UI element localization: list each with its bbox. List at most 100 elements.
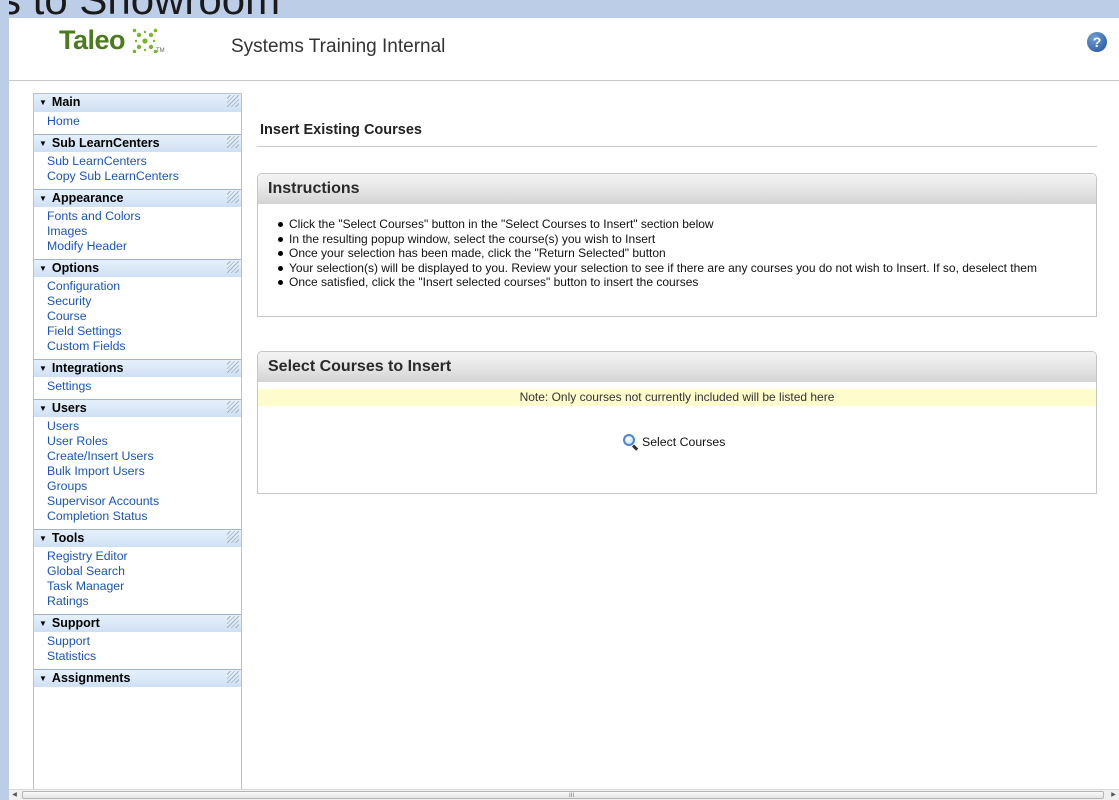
instruction-item: Once your selection has been made, click… [278,246,1084,261]
collapse-triangle-icon: ▼ [39,364,47,373]
sidebar-item-groups[interactable]: Groups [47,479,241,494]
collapse-triangle-icon: ▼ [39,194,47,203]
scrollbar-thumb[interactable]: III [22,791,1104,799]
sidebar-section-body: Support Statistics [34,632,241,669]
instruction-item: Click the "Select Courses" button in the… [278,217,1084,232]
app-title: Systems Training Internal [231,36,446,57]
sidebar-section-body: Registry Editor Global Search Task Manager… [34,547,241,614]
sidebar-item-users[interactable]: Users [47,419,241,434]
select-courses-panel-title: Select Courses to Insert [258,352,1096,382]
sidebar-item-task-manager[interactable]: Task Manager [47,579,241,594]
logo-trademark: TM [156,48,165,54]
header: Taleo TM Systems Training Internal ? [9,18,1119,81]
collapse-triangle-icon: ▼ [39,619,47,628]
sidebar-item-images[interactable]: Images [47,224,241,239]
sidebar-item-custom-fields[interactable]: Custom Fields [47,339,241,354]
drag-handle-icon[interactable] [227,401,239,413]
magnifier-icon [623,434,639,451]
instructions-list: Click the "Select Courses" button in the… [258,204,1096,290]
sidebar-section-options[interactable]: ▼ Options [34,259,241,277]
scroll-left-arrow-icon[interactable]: ◀ [9,791,20,800]
collapse-triangle-icon: ▼ [39,534,47,543]
sidebar-item-support[interactable]: Support [47,634,241,649]
help-circle-icon[interactable]: ? [1087,32,1107,52]
sidebar-section-label: Main [51,95,81,109]
sidebar-item-ratings[interactable]: Ratings [47,594,241,609]
sidebar-section-label: Integrations [51,361,124,375]
collapse-triangle-icon: ▼ [39,264,47,273]
drag-handle-icon[interactable] [227,261,239,273]
sidebar-item-registry-editor[interactable]: Registry Editor [47,549,241,564]
collapse-triangle-icon: ▼ [39,404,47,413]
sidebar-section-support[interactable]: ▼ Support [34,614,241,632]
sidebar-item-modify-header[interactable]: Modify Header [47,239,241,254]
app-window: Taleo TM Systems Training Internal ? ▼ Ma… [9,18,1119,789]
sidebar-section-tools[interactable]: ▼ Tools [34,529,241,547]
scroll-right-arrow-icon[interactable]: ▶ [1108,791,1119,800]
scrollbar-grip: III [569,793,575,799]
drag-handle-icon[interactable] [227,531,239,543]
sidebar-section-label: Sub LearnCenters [51,136,160,150]
select-courses-panel: Select Courses to Insert Note: Only cour… [257,351,1097,494]
page-title: Insert Existing Courses [260,122,422,138]
select-courses-label: Select Courses [642,435,726,449]
collapse-triangle-icon: ▼ [39,98,47,107]
background-slide-title: s to Showroom [0,0,280,18]
background-slide: s to Showroom [0,0,1119,18]
instruction-item: Once satisfied, click the "Insert select… [278,275,1084,290]
collapse-triangle-icon: ▼ [39,139,47,148]
sidebar-item-sub-learncenters[interactable]: Sub LearnCenters [47,154,241,169]
sidebar-section-sub-learncenters[interactable]: ▼ Sub LearnCenters [34,134,241,152]
drag-handle-icon[interactable] [227,136,239,148]
sidebar-section-body: Users User Roles Create/Insert Users Bulk I… [34,417,241,529]
sidebar-item-user-roles[interactable]: User Roles [47,434,241,449]
taleo-logo[interactable]: Taleo TM [59,25,165,56]
instructions-panel: Instructions Click the "Select Courses" … [257,173,1097,317]
sidebar-item-settings[interactable]: Settings [47,379,241,394]
instruction-item: Your selection(s) will be displayed to y… [278,261,1084,276]
drag-handle-icon[interactable] [227,671,239,683]
sidebar-item-create-insert-users[interactable]: Create/Insert Users [47,449,241,464]
select-courses-button[interactable]: Select Courses [623,434,726,451]
sidebar-section-body: Fonts and Colors Images Modify Header [34,207,241,259]
sidebar-section-body: Home [34,112,241,134]
instructions-panel-title: Instructions [258,174,1096,204]
sidebar-item-home[interactable]: Home [47,114,241,129]
sidebar-section-appearance[interactable]: ▼ Appearance [34,189,241,207]
sidebar-section-label: Support [51,616,100,630]
sidebar-section-label: Assignments [51,671,131,685]
sidebar-item-course[interactable]: Course [47,309,241,324]
sidebar-item-supervisor-accounts[interactable]: Supervisor Accounts [47,494,241,509]
drag-handle-icon[interactable] [227,616,239,628]
sidebar-item-statistics[interactable]: Statistics [47,649,241,664]
sidebar-section-body: Settings [34,377,241,399]
sidebar-nav: ▼ Main Home ▼ Sub LearnCenters Sub LearnCente… [33,93,242,789]
horizontal-scrollbar[interactable]: ◀ III ▶ [9,789,1119,800]
sidebar-section-assignments[interactable]: ▼ Assignments [34,669,241,687]
sidebar-section-users[interactable]: ▼ Users [34,399,241,417]
background-left-border [0,0,9,800]
title-divider [257,146,1097,147]
drag-handle-icon[interactable] [227,191,239,203]
sidebar-item-configuration[interactable]: Configuration [47,279,241,294]
sidebar-item-bulk-import-users[interactable]: Bulk Import Users [47,464,241,479]
sidebar-item-copy-sub-learncenters[interactable]: Copy Sub LearnCenters [47,169,241,184]
instruction-item: In the resulting popup window, select th… [278,232,1084,247]
logo-text: Taleo [59,25,126,55]
sidebar-section-label: Tools [51,531,85,545]
note-banner: Note: Only courses not currently include… [258,389,1096,406]
sidebar-section-label: Users [51,401,87,415]
sidebar-section-body: Configuration Security Course Field Setting… [34,277,241,359]
collapse-triangle-icon: ▼ [39,674,47,683]
sidebar-item-security[interactable]: Security [47,294,241,309]
sidebar-item-global-search[interactable]: Global Search [47,564,241,579]
drag-handle-icon[interactable] [227,95,239,107]
sidebar-section-label: Appearance [51,191,124,205]
sidebar-item-fonts-and-colors[interactable]: Fonts and Colors [47,209,241,224]
sidebar-section-label: Options [51,261,100,275]
sidebar-item-completion-status[interactable]: Completion Status [47,509,241,524]
sidebar-item-field-settings[interactable]: Field Settings [47,324,241,339]
sidebar-section-integrations[interactable]: ▼ Integrations [34,359,241,377]
sidebar-section-main[interactable]: ▼ Main [34,94,241,112]
drag-handle-icon[interactable] [227,361,239,373]
